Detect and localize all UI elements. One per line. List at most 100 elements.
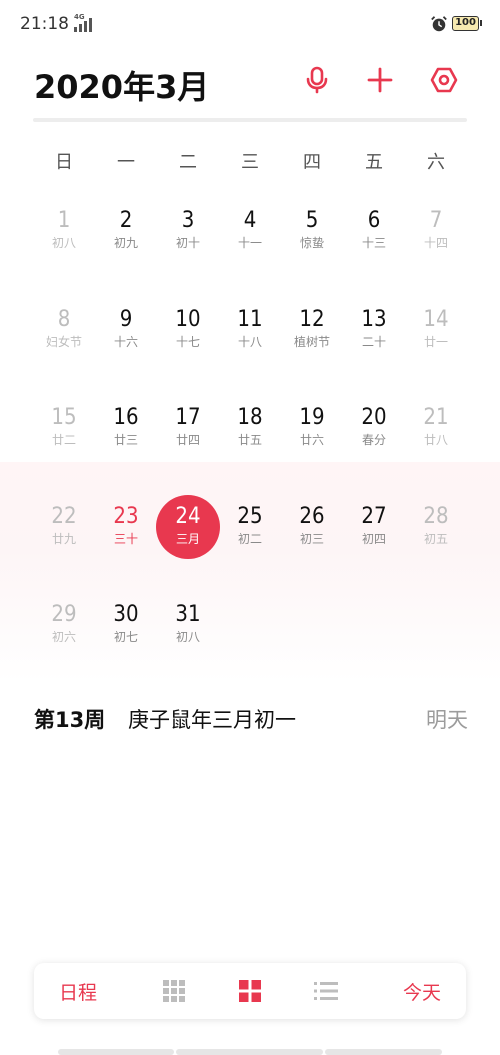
day-number: 23 — [113, 503, 139, 529]
voice-button[interactable] — [301, 64, 333, 96]
day-cell[interactable]: 6 十三 — [343, 194, 405, 293]
lunar-day-label: 三月 — [175, 531, 200, 546]
day-cell[interactable]: 2 初九 — [95, 194, 157, 293]
week-row: 29 初六 30 初七 31 初八 — [33, 588, 467, 687]
day-cell[interactable]: 25 初二 — [219, 490, 281, 589]
day-number: 2 — [119, 208, 133, 233]
day-cell[interactable]: 20 春分 — [343, 391, 405, 490]
battery-indicator: 100 — [452, 16, 482, 31]
weekday-label: 一 — [117, 152, 135, 173]
day-number: 22 — [51, 503, 77, 529]
plus-icon — [367, 67, 393, 93]
day-cell[interactable]: 7 十四 — [405, 194, 467, 293]
day-cell[interactable]: 15 廿二 — [33, 391, 95, 490]
selected-day-cell[interactable]: 24 三月 — [156, 490, 220, 589]
day-cell[interactable]: 9 十六 — [95, 293, 157, 392]
date-info-row: 第13周 庚子鼠年三月初一 明天 — [34, 702, 468, 736]
day-cell[interactable]: 26 初三 — [281, 490, 343, 589]
day-cell[interactable]: 4 十一 — [219, 194, 281, 293]
day-cell[interactable]: 12 植树节 — [281, 293, 343, 392]
today-label: 今天 — [402, 981, 441, 1004]
lunar-day-label: 廿二 — [51, 433, 76, 447]
weekday-label: 六 — [427, 152, 445, 173]
lunar-day-label: 初九 — [113, 236, 138, 250]
day-number: 17 — [175, 405, 201, 430]
day-cell[interactable]: 28 初五 — [405, 490, 467, 589]
lunar-day-label: 植树节 — [293, 334, 330, 349]
day-cell[interactable]: 13 二十 — [343, 293, 405, 392]
day-number: 8 — [57, 306, 71, 332]
settings-button[interactable] — [428, 64, 460, 96]
network-type: 4G — [74, 13, 85, 21]
day-number: 6 — [367, 208, 381, 233]
alarm-icon — [431, 16, 447, 32]
weekday-label: 五 — [365, 152, 383, 173]
lunar-date: 庚子鼠年三月初一 — [128, 708, 296, 732]
week-number: 第13周 — [34, 708, 106, 732]
bottom-view-bar: 日程 今天 — [34, 963, 466, 1019]
day-number: 30 — [113, 602, 139, 627]
today-button[interactable]: 今天 — [378, 963, 466, 1019]
day-cell[interactable]: 19 廿六 — [281, 391, 343, 490]
week-row: 1 初八 2 初九 3 初十 4 十一 5 惊蛰 6 十三 7 十四 — [33, 194, 467, 293]
day-cell[interactable]: 14 廿一 — [405, 293, 467, 392]
add-event-button[interactable] — [364, 64, 396, 96]
schedule-label: 日程 — [58, 981, 97, 1004]
schedule-view-button[interactable]: 日程 — [34, 963, 122, 1019]
day-number: 25 — [237, 503, 263, 529]
month-view-button[interactable] — [230, 963, 270, 1019]
day-cell[interactable]: 17 廿四 — [157, 391, 219, 490]
month-title[interactable]: 2020年3月 — [34, 62, 209, 108]
day-cell[interactable]: 29 初六 — [33, 588, 95, 687]
day-cell[interactable]: 31 初八 — [157, 588, 219, 687]
month-grid: 1 初八 2 初九 3 初十 4 十一 5 惊蛰 6 十三 7 十四 8 妇女节 9 十六 10 十七 11 十八 12 植树… — [33, 194, 467, 687]
weekday-row: 日 一 二 三 四 五 六 — [33, 148, 467, 176]
year-view-button[interactable] — [154, 963, 194, 1019]
day-number: 21 — [423, 405, 449, 430]
day-number: 29 — [51, 602, 77, 627]
lunar-day-label: 廿一 — [423, 334, 448, 349]
day-number: 7 — [429, 208, 443, 233]
month-view-icon — [239, 980, 261, 1002]
day-number: 1 — [57, 208, 71, 233]
year-view-icon — [163, 980, 185, 1002]
week-row: 15 廿二 16 廿三 17 廿四 18 廿五 19 廿六 20 春分 21 廿八 — [33, 391, 467, 490]
day-cell[interactable]: 11 十八 — [219, 293, 281, 392]
day-cell[interactable]: 16 廿三 — [95, 391, 157, 490]
lunar-day-label: 初八 — [51, 236, 76, 250]
lunar-day-label: 廿九 — [51, 531, 76, 546]
lunar-day-label: 十三 — [361, 236, 386, 250]
day-cell[interactable]: 23 三十 — [95, 490, 157, 589]
lunar-day-label: 初五 — [423, 531, 448, 546]
day-cell[interactable]: 10 十七 — [157, 293, 219, 392]
day-cell[interactable]: 8 妇女节 — [33, 293, 95, 392]
lunar-day-label: 十一 — [237, 236, 262, 250]
status-bar: 21:18 4G 100 — [0, 0, 500, 48]
day-cell[interactable]: 1 初八 — [33, 194, 95, 293]
lunar-day-label: 妇女节 — [45, 334, 82, 349]
list-view-button[interactable] — [306, 963, 346, 1019]
day-number: 3 — [181, 208, 195, 233]
day-number: 15 — [51, 405, 77, 430]
lunar-day-label: 廿六 — [299, 433, 324, 447]
day-number: 16 — [113, 405, 139, 430]
day-cell[interactable]: 22 廿九 — [33, 490, 95, 589]
nav-hint-middle — [176, 1049, 323, 1055]
day-cell[interactable]: 21 廿八 — [405, 391, 467, 490]
day-number: 10 — [175, 306, 201, 332]
day-number: 24 — [175, 503, 201, 529]
day-number: 28 — [423, 503, 449, 529]
lunar-day-label: 廿三 — [113, 433, 138, 447]
day-cell[interactable]: 3 初十 — [157, 194, 219, 293]
week-row: 8 妇女节 9 十六 10 十七 11 十八 12 植树节 13 二十 14 廿一 — [33, 293, 467, 392]
lunar-day-label: 廿五 — [237, 433, 262, 447]
day-cell[interactable]: 5 惊蛰 — [281, 194, 343, 293]
lunar-day-label: 初四 — [361, 531, 386, 546]
header-divider — [33, 118, 467, 122]
tomorrow-label[interactable]: 明天 — [426, 704, 468, 734]
empty-day-cell — [343, 588, 405, 687]
empty-day-cell — [405, 588, 467, 687]
day-cell[interactable]: 27 初四 — [343, 490, 405, 589]
day-cell[interactable]: 30 初七 — [95, 588, 157, 687]
day-cell[interactable]: 18 廿五 — [219, 391, 281, 490]
